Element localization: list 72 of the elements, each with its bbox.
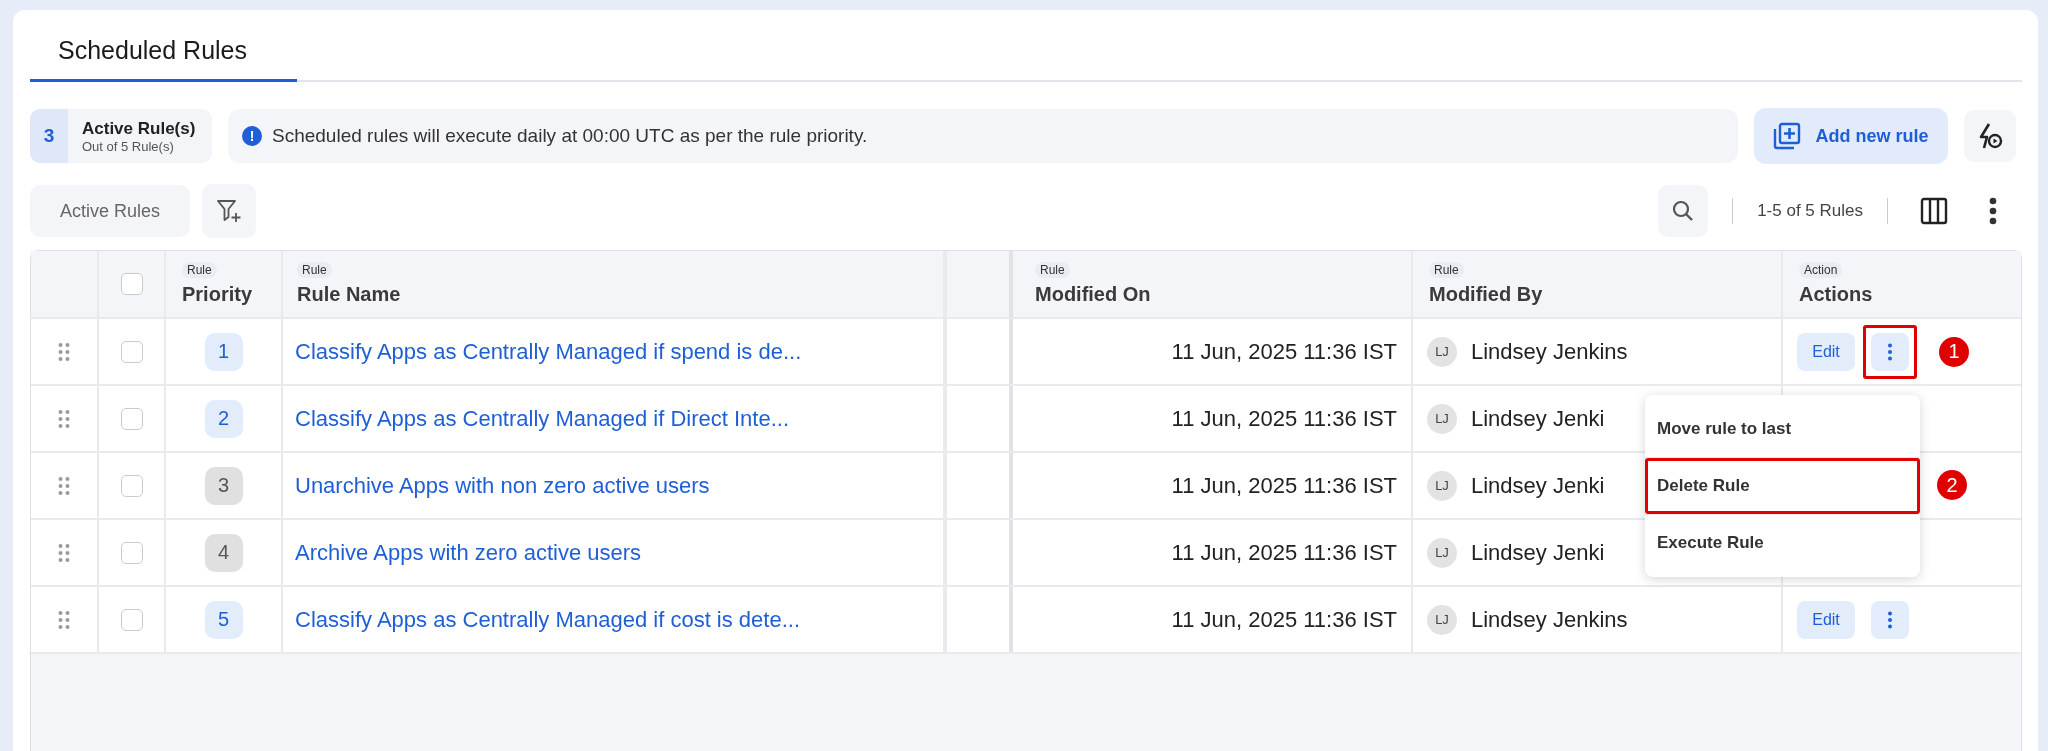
drag-handle-icon[interactable]: [58, 609, 70, 630]
active-rules-filter[interactable]: Active Rules: [30, 185, 190, 237]
drag-handle-icon[interactable]: [58, 408, 70, 429]
tab[interactable]: Scheduled Rules: [30, 24, 297, 82]
column-header[interactable]: Priority: [182, 283, 253, 306]
drag-handle-icon[interactable]: [58, 475, 70, 496]
row-checkbox[interactable]: [120, 474, 143, 497]
more-icon: [1887, 610, 1893, 629]
rule-name-link[interactable]: Classify Apps as Centrally Managed if spend is de...: [295, 338, 802, 365]
column-header[interactable]: Modified On: [1035, 283, 1151, 306]
add-rule-button[interactable]: Add new rule: [1754, 108, 1948, 164]
column-header[interactable]: Rule Name: [297, 283, 401, 306]
add-filter-button[interactable]: [202, 184, 256, 238]
info-icon: !: [242, 126, 262, 146]
modified-date: 11 Jun, 2025 11:36 IST: [1171, 539, 1397, 566]
priority-badge: 1: [204, 332, 243, 371]
modified-date: 11 Jun, 2025 11:36 IST: [1171, 338, 1397, 365]
priority-badge: 3: [204, 466, 243, 505]
rule-name-link[interactable]: Classify Apps as Centrally Managed if Direct Inte...: [295, 405, 789, 432]
modified-date: 11 Jun, 2025 11:36 IST: [1171, 606, 1397, 633]
rule-name-link[interactable]: Archive Apps with zero active users: [295, 539, 642, 566]
row-checkbox[interactable]: [120, 407, 143, 430]
run-rules-button[interactable]: [1964, 110, 2016, 162]
menu-item[interactable]: Delete Rule: [1645, 458, 1920, 514]
user-name: Lindsey Jenki: [1471, 405, 1605, 432]
edit-button[interactable]: Edit: [1797, 332, 1855, 371]
info-message: Scheduled rules will execute daily at 00:00 UTC as per the rule priority.: [272, 125, 868, 147]
pagination-info: 1-5 of 5 Rules: [1757, 201, 1863, 221]
modified-date: 11 Jun, 2025 11:36 IST: [1171, 405, 1397, 432]
column-header[interactable]: Actions: [1799, 283, 1873, 306]
column-tag: Rule: [297, 262, 332, 278]
column-tag: Rule: [1035, 262, 1070, 278]
summary-subtitle: Out of 5 Rule(s): [82, 138, 175, 154]
menu-item[interactable]: Move rule to last: [1645, 401, 1920, 457]
columns-icon[interactable]: [1920, 197, 1948, 225]
row-checkbox[interactable]: [120, 608, 143, 631]
user-name: Lindsey Jenki: [1471, 539, 1605, 566]
add-copy-icon: [1773, 122, 1802, 150]
search-button[interactable]: [1658, 185, 1709, 237]
rule-name-link[interactable]: Unarchive Apps with non zero active users: [295, 472, 710, 499]
user-name: Lindsey Jenkins: [1471, 606, 1628, 633]
select-all-checkbox[interactable]: [120, 273, 143, 295]
priority-badge: 4: [204, 533, 243, 572]
menu-item[interactable]: Execute Rule: [1645, 515, 1920, 571]
user-avatar: LJ: [1427, 604, 1457, 635]
priority-badge: 2: [204, 399, 243, 438]
rule-count: 3: [30, 109, 68, 163]
column-tag: Rule: [1429, 262, 1464, 278]
more-icon: [1887, 342, 1893, 361]
callout-badge: 1: [1939, 336, 1969, 367]
drag-handle-icon[interactable]: [58, 542, 70, 563]
user-name: Lindsey Jenkins: [1471, 338, 1628, 365]
drag-handle-icon[interactable]: [58, 341, 70, 362]
column-header[interactable]: Modified By: [1429, 283, 1543, 306]
row-menu-button[interactable]: [1871, 600, 1909, 639]
column-tag: Rule: [182, 262, 217, 278]
column-tag: Action: [1799, 262, 1843, 278]
user-avatar: LJ: [1427, 470, 1457, 501]
row-checkbox[interactable]: [120, 541, 143, 564]
rule-name-link[interactable]: Classify Apps as Centrally Managed if cost is dete...: [295, 606, 800, 633]
row-checkbox[interactable]: [120, 340, 143, 363]
row-menu-button[interactable]: [1871, 332, 1909, 371]
user-avatar: LJ: [1427, 336, 1457, 367]
edit-button[interactable]: Edit: [1797, 600, 1855, 639]
summary-title: Active Rule(s): [82, 118, 196, 139]
priority-badge: 5: [204, 600, 243, 639]
user-avatar: LJ: [1427, 403, 1457, 434]
modified-date: 11 Jun, 2025 11:36 IST: [1171, 472, 1397, 499]
user-avatar: LJ: [1427, 537, 1457, 568]
user-name: Lindsey Jenki: [1471, 472, 1605, 499]
filter-plus-icon: [215, 197, 243, 225]
more-icon[interactable]: [1988, 197, 1998, 225]
